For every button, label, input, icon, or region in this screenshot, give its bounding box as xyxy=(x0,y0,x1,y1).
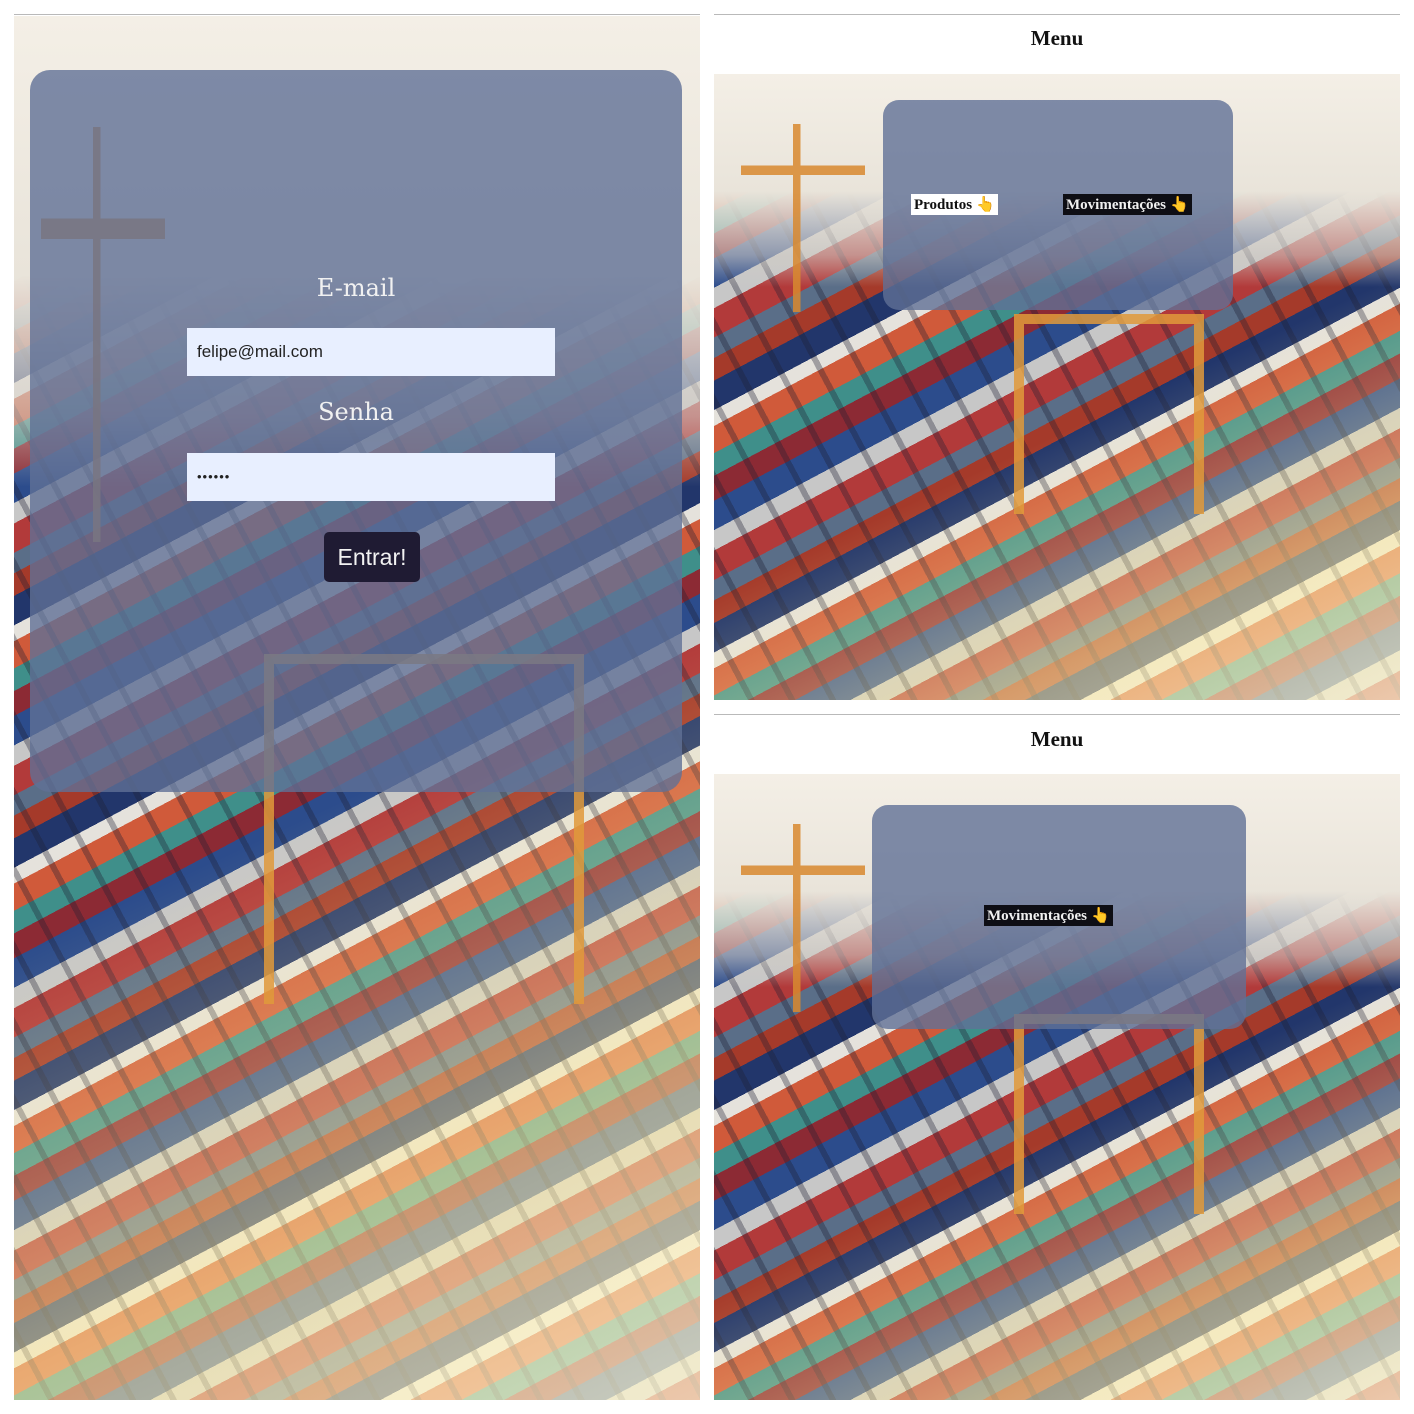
produtos-link-label: Produtos xyxy=(914,197,973,213)
email-field[interactable]: felipe@mail.com xyxy=(187,328,555,376)
movimentacoes-link-label: Movimentações xyxy=(987,908,1087,924)
menu-panel: Movimentações 👆 xyxy=(872,805,1246,1029)
menu-panel: Produtos 👆 Movimentações 👆 xyxy=(883,100,1233,310)
pointing-hand-icon: 👆 xyxy=(1169,195,1189,213)
menu-screen-user: Menu Movimentações 👆 xyxy=(714,714,1400,1400)
menu-title: Menu xyxy=(1030,26,1084,50)
movimentacoes-link[interactable]: Movimentações 👆 xyxy=(984,905,1113,926)
produtos-link[interactable]: Produtos 👆 xyxy=(911,194,998,215)
menu-title: Menu xyxy=(1030,727,1084,751)
menu-screen-admin: Menu Produtos 👆 Movimentações 👆 xyxy=(714,14,1400,700)
email-label: E-mail xyxy=(316,274,396,302)
crane-gantry xyxy=(1014,314,1204,514)
login-panel: E-mail felipe@mail.com Senha •••••• Entr… xyxy=(30,70,682,792)
top-divider xyxy=(714,714,1400,715)
top-divider xyxy=(14,14,700,15)
pointing-hand-icon: 👆 xyxy=(976,195,995,213)
login-screen: E-mail felipe@mail.com Senha •••••• Entr… xyxy=(14,14,700,1400)
password-field[interactable]: •••••• xyxy=(187,453,555,501)
movimentacoes-link[interactable]: Movimentações 👆 xyxy=(1063,194,1192,215)
enter-button[interactable]: Entrar! xyxy=(324,532,420,582)
password-label: Senha xyxy=(318,398,394,426)
top-divider xyxy=(714,14,1400,15)
pointing-hand-icon: 👆 xyxy=(1090,906,1110,924)
crane-gantry xyxy=(1014,1014,1204,1214)
movimentacoes-link-label: Movimentações xyxy=(1066,197,1166,213)
